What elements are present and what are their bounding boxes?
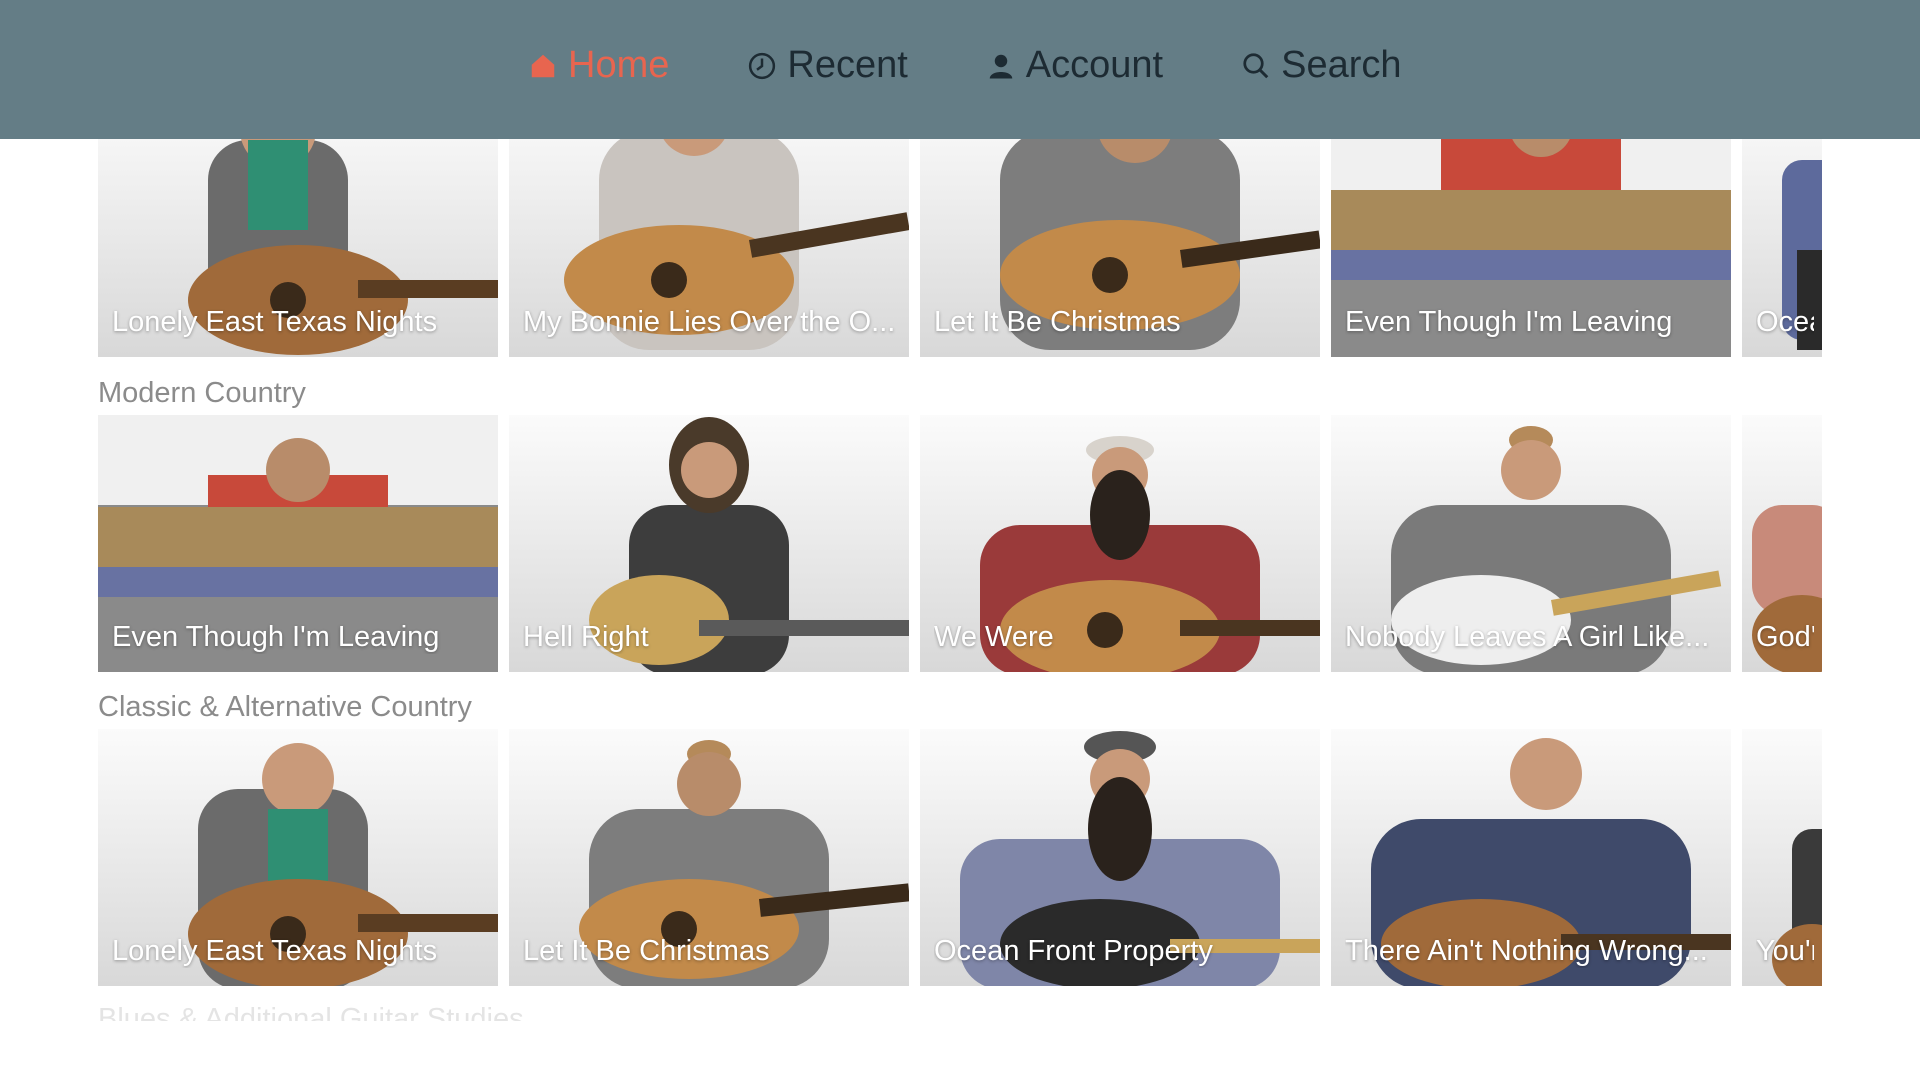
- nav-item-home[interactable]: Home: [528, 44, 669, 87]
- video-tile[interactable]: Ocean Front Property: [920, 729, 1320, 986]
- nav-label: Recent: [787, 44, 908, 86]
- section-title-modern-country: Modern Country: [98, 377, 306, 409]
- nav-label: Home: [568, 44, 670, 86]
- video-tile[interactable]: God's: [1742, 415, 1822, 672]
- video-title: Let It Be Christmas: [523, 935, 770, 967]
- user-icon: [986, 51, 1016, 81]
- nav-item-recent[interactable]: Recent: [747, 44, 908, 87]
- nav-item-account[interactable]: Account: [986, 44, 1163, 87]
- video-title: Ocea: [1756, 306, 1814, 338]
- video-title: Hell Right: [523, 621, 649, 653]
- video-title: God's: [1756, 621, 1814, 653]
- video-row-classic-alternative-country: Lonely East Texas Nights Let It Be Chris…: [98, 729, 1822, 986]
- video-title: We Were: [934, 621, 1054, 653]
- main-nav: Home Recent Account Search: [528, 44, 1480, 87]
- video-tile[interactable]: Nobody Leaves A Girl Like...: [1331, 415, 1731, 672]
- nav-item-search[interactable]: Search: [1241, 44, 1402, 87]
- video-tile[interactable]: Let It Be Christmas: [509, 729, 909, 986]
- video-title: Let It Be Christmas: [934, 306, 1181, 338]
- nav-label: Account: [1025, 44, 1164, 86]
- video-tile[interactable]: We Were: [920, 415, 1320, 672]
- top-navigation-bar: Home Recent Account Search: [0, 0, 1920, 139]
- video-tile[interactable]: Even Though I'm Leaving: [98, 415, 498, 672]
- video-title: There Ain't Nothing Wrong...: [1345, 935, 1708, 967]
- home-content: Lonely East Texas Nights My Bonnie Lies …: [0, 0, 1920, 1080]
- video-title: Lonely East Texas Nights: [112, 935, 438, 967]
- video-tile[interactable]: There Ain't Nothing Wrong...: [1331, 729, 1731, 986]
- search-icon: [1241, 51, 1271, 81]
- section-title-classic-alternative-country: Classic & Alternative Country: [98, 691, 472, 723]
- video-title: My Bonnie Lies Over the O...: [523, 306, 896, 338]
- video-title: Even Though I'm Leaving: [112, 621, 440, 653]
- video-tile[interactable]: Hell Right: [509, 415, 909, 672]
- home-icon: [528, 51, 558, 81]
- section-title-blues-additional: Blues & Additional Guitar Studies: [98, 1003, 524, 1021]
- nav-label: Search: [1281, 44, 1402, 86]
- video-title: Nobody Leaves A Girl Like...: [1345, 621, 1710, 653]
- clock-icon: [747, 51, 777, 81]
- video-title: You're: [1756, 935, 1814, 967]
- video-title: Even Though I'm Leaving: [1345, 306, 1673, 338]
- video-title: Lonely East Texas Nights: [112, 306, 438, 338]
- video-title: Ocean Front Property: [934, 935, 1213, 967]
- video-row-modern-country: Even Though I'm Leaving Hell Right We We…: [98, 415, 1822, 672]
- video-tile[interactable]: Lonely East Texas Nights: [98, 729, 498, 986]
- video-tile[interactable]: You're: [1742, 729, 1822, 986]
